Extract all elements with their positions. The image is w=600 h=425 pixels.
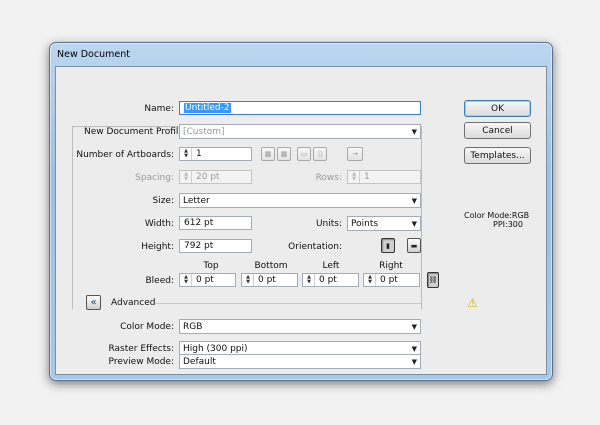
bleed-right-value: 0 pt xyxy=(380,275,398,285)
new-document-dialog: New Document Name: Untitled-2 New Docume… xyxy=(49,42,553,381)
chevron-down-icon: ▼ xyxy=(411,197,417,205)
chevron-down-icon: ▼ xyxy=(411,358,417,366)
rows-stepper[interactable]: ▲ ▼ xyxy=(349,171,360,183)
bleed-top-label: Top xyxy=(203,261,219,271)
arrange-by-column-icon[interactable]: ▯ xyxy=(313,147,327,161)
spin-down-icon[interactable]: ▼ xyxy=(184,177,188,182)
spin-down-icon[interactable]: ▼ xyxy=(368,280,372,285)
profile-label: New Document Profile: xyxy=(81,127,187,137)
spin-down-icon[interactable]: ▼ xyxy=(184,280,188,285)
rows-input[interactable]: ▲ ▼ 1 xyxy=(347,170,421,184)
bleed-bottom-input[interactable]: ▲ ▼ 0 pt xyxy=(241,273,298,287)
orientation-label: Orientation: xyxy=(288,242,342,252)
bleed-left-value: 0 pt xyxy=(319,275,337,285)
templates-button[interactable]: Templates... xyxy=(464,147,531,164)
color-mode-dropdown[interactable]: RGB ▼ xyxy=(179,319,421,334)
info-ppi: PPI:300 xyxy=(493,220,523,229)
bleed-left-input[interactable]: ▲ ▼ 0 pt xyxy=(302,273,359,287)
spin-down-icon[interactable]: ▼ xyxy=(352,177,356,182)
size-label: Size: xyxy=(152,196,174,206)
name-input[interactable]: Untitled-2 xyxy=(179,101,421,115)
spacing-label: Spacing: xyxy=(135,173,174,183)
bleed-right-stepper[interactable]: ▲ ▼ xyxy=(365,274,376,286)
artboards-stepper[interactable]: ▲ ▼ xyxy=(181,148,192,160)
bleed-top-value: 0 pt xyxy=(196,275,214,285)
grid-by-row-icon[interactable]: ▦ xyxy=(261,147,275,161)
dialog-body: Name: Untitled-2 New Document Profile: [… xyxy=(55,66,547,375)
portrait-icon[interactable]: ▮ xyxy=(381,238,395,253)
title-bar[interactable]: New Document xyxy=(50,43,552,65)
preview-mode-value: Default xyxy=(183,356,216,367)
spacing-input[interactable]: ▲ ▼ 20 pt xyxy=(179,170,252,184)
artboards-label: Number of Artboards: xyxy=(76,150,174,160)
preview-mode-label: Preview Mode: xyxy=(108,357,174,367)
rows-label: Rows: xyxy=(315,173,342,183)
spin-down-icon[interactable]: ▼ xyxy=(307,280,311,285)
chevron-down-icon: ▼ xyxy=(411,220,417,228)
width-value: 612 pt xyxy=(184,218,214,228)
advanced-label: Advanced xyxy=(111,298,156,308)
chevron-down-icon: ▼ xyxy=(411,128,417,136)
cancel-button[interactable]: Cancel xyxy=(464,122,531,139)
bleed-top-stepper[interactable]: ▲ ▼ xyxy=(181,274,192,286)
grid-by-column-icon[interactable]: ▦ xyxy=(277,147,291,161)
ok-button[interactable]: OK xyxy=(464,100,531,117)
bleed-top-input[interactable]: ▲ ▼ 0 pt xyxy=(179,273,236,287)
rows-value: 1 xyxy=(364,172,370,182)
width-input[interactable]: 612 pt xyxy=(179,216,252,230)
landscape-icon[interactable]: ▬ xyxy=(407,238,421,253)
height-value: 792 pt xyxy=(184,241,214,251)
spacing-value: 20 pt xyxy=(196,172,220,182)
artboards-input[interactable]: ▲ ▼ 1 xyxy=(179,147,252,161)
bleed-right-label: Right xyxy=(379,261,403,271)
size-value: Letter xyxy=(183,195,210,206)
info-color-mode: Color Mode:RGB xyxy=(464,211,530,220)
color-mode-label: Color Mode: xyxy=(120,322,174,332)
color-mode-value: RGB xyxy=(183,321,203,332)
raster-effects-label: Raster Effects: xyxy=(108,344,174,354)
height-input[interactable]: 792 pt xyxy=(179,239,252,253)
chevron-down-icon: ▼ xyxy=(411,345,417,353)
profile-dropdown[interactable]: [Custom] ▼ xyxy=(179,124,421,139)
layout-direction-icon[interactable]: → xyxy=(347,147,363,161)
preview-mode-dropdown[interactable]: Default ▼ xyxy=(179,354,421,369)
spin-down-icon[interactable]: ▼ xyxy=(184,154,188,159)
link-bleed-icon[interactable]: ⛓ xyxy=(427,272,439,288)
units-dropdown[interactable]: Points ▼ xyxy=(347,216,421,231)
bleed-left-stepper[interactable]: ▲ ▼ xyxy=(304,274,315,286)
bleed-bottom-label: Bottom xyxy=(254,261,288,271)
name-label: Name: xyxy=(144,104,174,114)
advanced-toggle-icon[interactable]: « xyxy=(86,295,101,310)
warning-icon: ⚠ xyxy=(467,296,478,310)
dialog-title: New Document xyxy=(57,48,130,60)
bleed-bottom-value: 0 pt xyxy=(258,275,276,285)
bleed-right-input[interactable]: ▲ ▼ 0 pt xyxy=(363,273,420,287)
spacing-stepper[interactable]: ▲ ▼ xyxy=(181,171,192,183)
size-dropdown[interactable]: Letter ▼ xyxy=(179,193,421,208)
raster-effects-value: High (300 ppi) xyxy=(183,343,248,354)
width-label: Width: xyxy=(144,219,174,229)
advanced-divider xyxy=(155,303,421,304)
bleed-label: Bleed: xyxy=(145,276,175,286)
bleed-left-label: Left xyxy=(322,261,340,271)
height-label: Height: xyxy=(141,242,174,252)
arrange-by-row-icon[interactable]: ▭ xyxy=(297,147,311,161)
name-value: Untitled-2 xyxy=(184,103,231,113)
artboards-value: 1 xyxy=(196,149,202,159)
profile-value: [Custom] xyxy=(183,126,225,137)
spin-down-icon[interactable]: ▼ xyxy=(246,280,250,285)
chevron-down-icon: ▼ xyxy=(411,323,417,331)
bleed-bottom-stepper[interactable]: ▲ ▼ xyxy=(243,274,254,286)
units-value: Points xyxy=(351,218,379,229)
units-label: Units: xyxy=(315,219,342,229)
